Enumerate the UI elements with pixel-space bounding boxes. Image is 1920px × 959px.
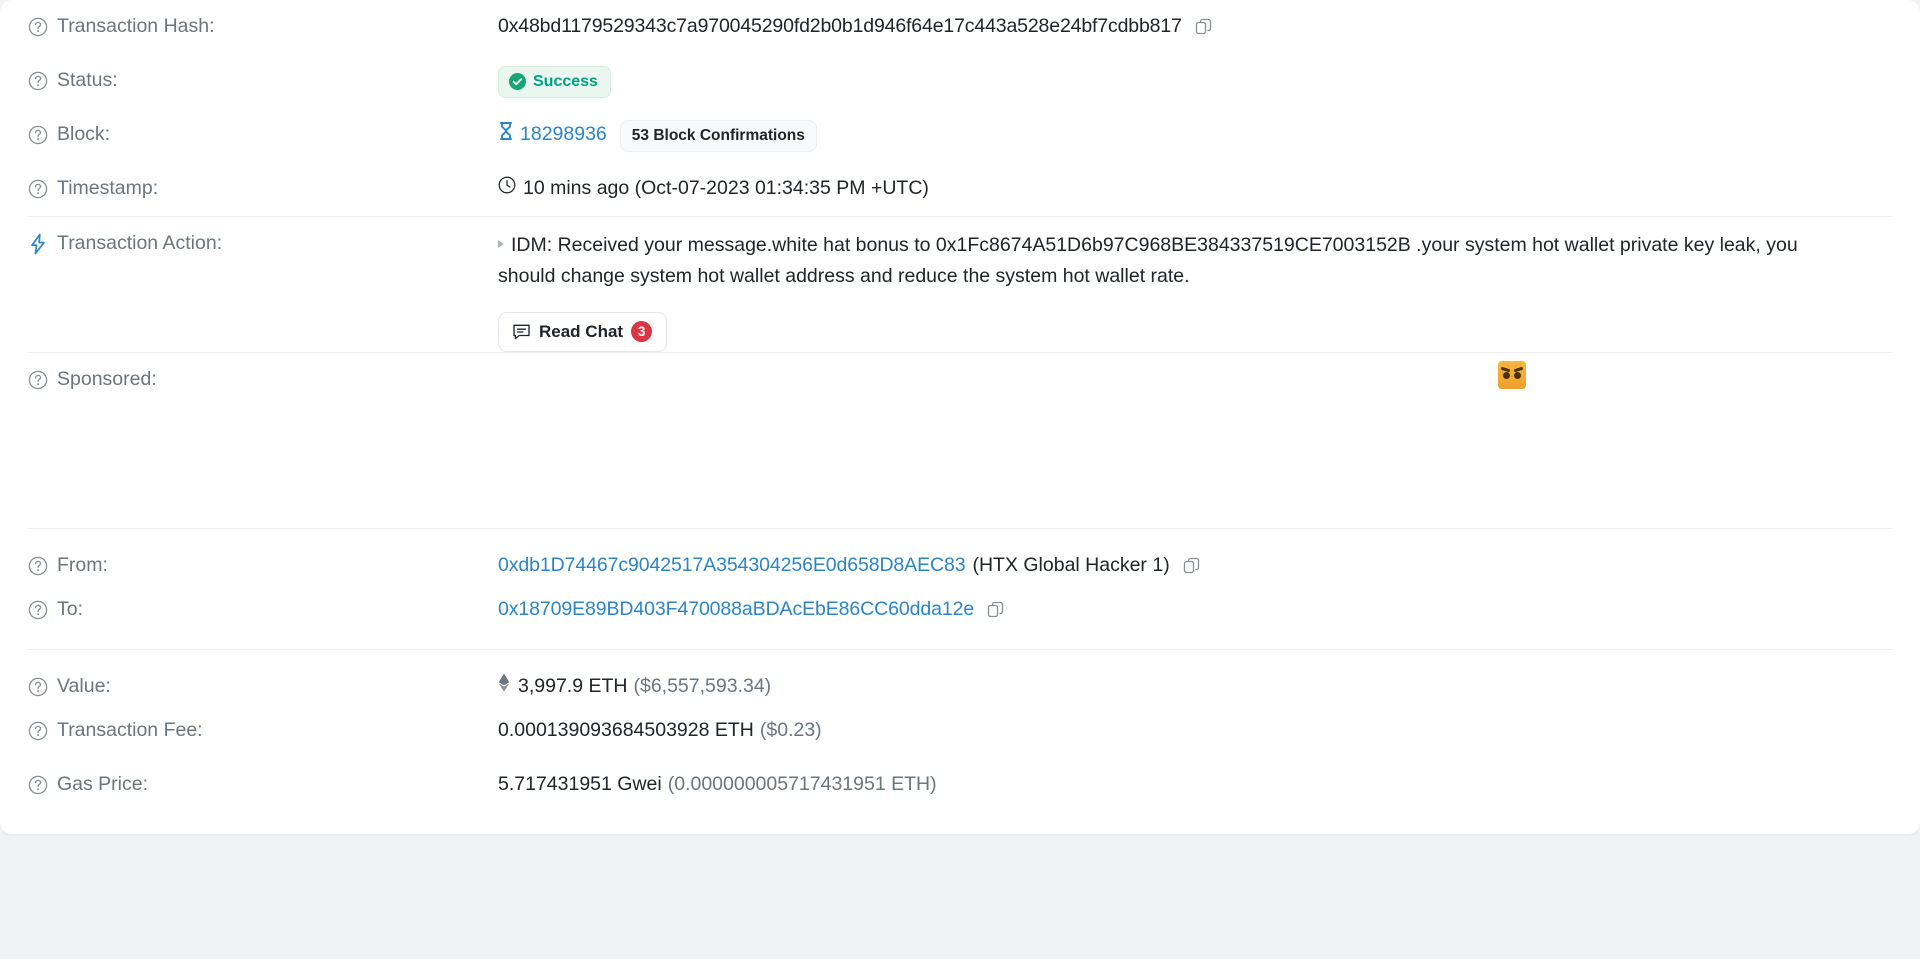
copy-icon[interactable] <box>1182 556 1202 576</box>
value-amount: 3,997.9 ETH ($6,557,593.34) <box>498 660 1892 700</box>
gas-price-gwei: 5.717431951 Gwei <box>498 773 662 795</box>
ethereum-diamond-icon <box>498 673 510 692</box>
label-text: Gas Price: <box>57 773 149 795</box>
value-transaction-action: IDM: Received your message.white hat bon… <box>498 217 1892 352</box>
ad-eye-left <box>1503 372 1510 379</box>
copy-icon[interactable] <box>1194 17 1214 37</box>
block-number-link[interactable]: 18298936 <box>520 121 607 148</box>
row-gas-price: Gas Price: 5.717431951 Gwei (0.000000005… <box>0 758 1920 812</box>
caret-right-icon[interactable] <box>498 240 504 248</box>
transaction-details-card: Transaction Hash: 0x48bd1179529343c7a970… <box>0 0 1920 835</box>
row-to: To: 0x18709E89BD403F470088aBDAcEbE86CC60… <box>0 583 1920 637</box>
label-text: Block: <box>57 123 111 145</box>
row-sponsored: Sponsored: <box>0 353 1920 528</box>
gas-price-eth: (0.000000005717431951 ETH) <box>667 773 937 795</box>
help-circle-icon[interactable] <box>28 179 48 199</box>
label-text: Transaction Fee: <box>57 719 203 741</box>
hourglass-icon <box>498 121 514 141</box>
block-confirmations-badge: 53 Block Confirmations <box>619 120 817 152</box>
ad-eye-right <box>1514 372 1521 379</box>
help-circle-icon[interactable] <box>28 677 48 697</box>
value-transaction-hash: 0x48bd1179529343c7a970045290fd2b0b1d946f… <box>498 0 1892 40</box>
value-to: 0x18709E89BD403F470088aBDAcEbE86CC60dda1… <box>498 583 1892 623</box>
row-block: Block: 18298936 53 Block Confirmations <box>0 108 1920 162</box>
copy-icon[interactable] <box>986 600 1006 620</box>
from-address-tag: (HTX Global Hacker 1) <box>972 554 1170 576</box>
transaction-action-text: IDM: Received your message.white hat bon… <box>498 234 1798 287</box>
row-transaction-action: Transaction Action: IDM: Received your m… <box>0 217 1920 352</box>
label-text: Value: <box>57 675 111 697</box>
timestamp-text: 10 mins ago (Oct-07-2023 01:34:35 PM +UT… <box>523 177 929 199</box>
row-transaction-hash: Transaction Hash: 0x48bd1179529343c7a970… <box>0 0 1920 54</box>
label-transaction-hash: Transaction Hash: <box>28 0 498 40</box>
row-timestamp: Timestamp: 10 mins ago (Oct-07-2023 01:3… <box>0 162 1920 216</box>
label-block: Block: <box>28 108 498 148</box>
label-text: To: <box>57 598 84 620</box>
read-chat-button[interactable]: Read Chat 3 <box>498 312 668 352</box>
label-text: Status: <box>57 69 118 91</box>
clock-icon <box>498 175 516 194</box>
row-from: From: 0xdb1D74467c9042517A354304256E0d65… <box>0 529 1920 583</box>
read-chat-count-badge: 3 <box>631 321 653 342</box>
label-status: Status: <box>28 54 498 94</box>
help-circle-icon[interactable] <box>28 370 48 390</box>
help-circle-icon[interactable] <box>28 71 48 91</box>
status-text: Success <box>533 73 598 90</box>
value-sponsored <box>498 353 1892 389</box>
row-transaction-fee: Transaction Fee: 0.000139093684503928 ET… <box>0 704 1920 758</box>
status-badge: Success <box>498 66 611 98</box>
chat-bubble-icon <box>512 322 531 341</box>
label-text: Sponsored: <box>57 368 157 390</box>
sponsored-ad-slot[interactable] <box>498 361 1892 389</box>
help-circle-icon[interactable] <box>28 775 48 795</box>
read-chat-label: Read Chat <box>539 322 624 341</box>
row-status: Status: Success <box>0 54 1920 108</box>
label-text: From: <box>57 554 108 576</box>
transaction-fee-eth: 0.000139093684503928 ETH <box>498 719 754 741</box>
angry-face-avatar[interactable] <box>1498 361 1526 389</box>
lightning-bolt-icon <box>28 233 48 255</box>
label-text: Transaction Action: <box>57 232 223 254</box>
value-block: 18298936 53 Block Confirmations <box>498 108 1892 152</box>
transaction-fee-fiat: ($0.23) <box>759 719 822 741</box>
label-from: From: <box>28 539 498 579</box>
help-circle-icon[interactable] <box>28 125 48 145</box>
check-circle-icon <box>509 73 526 90</box>
help-circle-icon[interactable] <box>28 721 48 741</box>
help-circle-icon[interactable] <box>28 17 48 37</box>
label-sponsored: Sponsored: <box>28 353 498 393</box>
label-value: Value: <box>28 660 498 700</box>
label-gas-price: Gas Price: <box>28 758 498 798</box>
label-to: To: <box>28 583 498 623</box>
value-status: Success <box>498 54 1892 98</box>
label-transaction-fee: Transaction Fee: <box>28 704 498 744</box>
value-gas-price: 5.717431951 Gwei (0.000000005717431951 E… <box>498 758 1892 798</box>
transaction-hash-text: 0x48bd1179529343c7a970045290fd2b0b1d946f… <box>498 15 1182 37</box>
value-fiat-amount: ($6,557,593.34) <box>633 675 772 697</box>
label-text: Timestamp: <box>57 177 159 199</box>
from-address-link[interactable]: 0xdb1D74467c9042517A354304256E0d658D8AEC… <box>498 552 966 579</box>
row-value: Value: 3,997.9 ETH ($6,557,593.34) <box>0 650 1920 704</box>
value-eth-amount: 3,997.9 ETH <box>518 675 628 697</box>
transaction-action-text-wrap: IDM: Received your message.white hat bon… <box>498 230 1843 292</box>
value-from: 0xdb1D74467c9042517A354304256E0d658D8AEC… <box>498 539 1892 579</box>
to-address-link[interactable]: 0x18709E89BD403F470088aBDAcEbE86CC60dda1… <box>498 596 974 623</box>
label-timestamp: Timestamp: <box>28 162 498 202</box>
value-timestamp: 10 mins ago (Oct-07-2023 01:34:35 PM +UT… <box>498 162 1892 202</box>
help-circle-icon[interactable] <box>28 556 48 576</box>
value-transaction-fee: 0.000139093684503928 ETH ($0.23) <box>498 704 1892 744</box>
label-text: Transaction Hash: <box>57 15 215 37</box>
label-transaction-action: Transaction Action: <box>28 217 498 257</box>
help-circle-icon[interactable] <box>28 600 48 620</box>
